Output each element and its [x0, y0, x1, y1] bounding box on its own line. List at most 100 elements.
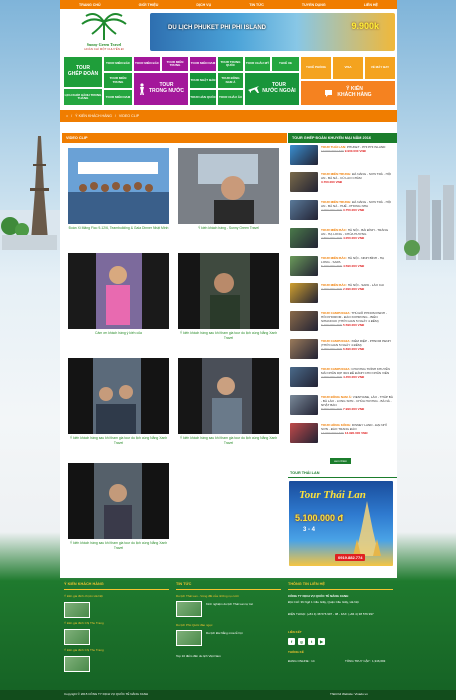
- video-thumbnail[interactable]: [68, 148, 169, 224]
- tour-thumbnail[interactable]: [290, 311, 318, 331]
- tile-tour-trong-nuoc[interactable]: TOUR TRONG NƯỚC: [133, 72, 189, 106]
- google-plus-icon[interactable]: g: [298, 638, 305, 645]
- breadcrumb-customer-feedback[interactable]: Ý KIẾN KHÁCH HÀNG: [75, 114, 112, 118]
- tour-item[interactable]: TOUR HỒNG KÔNG: DISNEY LAND - ĐẠI NHĨ SƠ…: [290, 423, 396, 447]
- feedback-thumbnail[interactable]: [64, 656, 90, 672]
- video-caption[interactable]: Ý kiến khách hàng sau khi tham gia tour …: [178, 331, 279, 340]
- tour-item[interactable]: TOUR CAMPUCHIA: THỦ ĐÔ PHNOM PENH - HỒI …: [290, 311, 396, 335]
- tour-item[interactable]: TOUR THÁI LAN: PHUKET - PHI PHI ISLAND 10…: [290, 145, 396, 169]
- tour-item[interactable]: TOUR ĐÔNG NAM Á: VIENTIANE, LÀO - THÁP B…: [290, 395, 396, 419]
- thai-tour-poster[interactable]: Tour Thái Lan 5.100.000 đ 3 - 4 0919.882…: [289, 481, 393, 566]
- tile-dong-nam-a[interactable]: TOUR ĐÔNG NAM Á: [217, 72, 244, 89]
- feedback-thumbnail[interactable]: [64, 602, 90, 618]
- tile-y-kien-khach-hang[interactable]: Ý KIẾN KHÁCH HÀNG: [300, 80, 396, 106]
- tour-item[interactable]: TOUR MIỀN BẮC: HÀ NỘI - SAPA - LÀO CAI 2.…: [290, 283, 396, 307]
- video-thumbnail[interactable]: [178, 358, 279, 434]
- tile-tour-nuoc-ngoai[interactable]: TOUR NƯỚC NGOÀI: [244, 72, 300, 106]
- tile-trung-quoc[interactable]: TOUR TRUNG QUỐC: [217, 56, 244, 72]
- poster-hotline[interactable]: 0919.882.774: [335, 554, 366, 561]
- tour-item[interactable]: TOUR MIỀN TRUNG: ĐÀ NẴNG - SƠN TRÀ - HỘI…: [290, 172, 396, 196]
- view-more-button[interactable]: xem thêm: [330, 458, 352, 464]
- video-caption[interactable]: Ý kiến khách hàng sau khi tham gia tour …: [178, 436, 279, 445]
- tour-item[interactable]: TOUR MIỀN BẮC: HÀ NỘI - BÁI ĐÍNH - TRÀNG…: [290, 228, 396, 252]
- home-icon[interactable]: ⌂: [66, 114, 68, 118]
- tile-ve-may-bay[interactable]: VÉ MÁY BAY: [364, 56, 396, 80]
- tour-item[interactable]: TOUR CAMPUCHIA: CHƯƠNG TRÌNH KHUYẾN MÃI …: [290, 367, 396, 391]
- tour-thumbnail[interactable]: [290, 172, 318, 192]
- tile-tour-ghep-doan[interactable]: TOUR GHÉP ĐOÀN: [63, 56, 103, 88]
- video-frame-image: [178, 358, 279, 434]
- tour-info: TOUR MIỀN TRUNG: ĐÀ NẴNG - SƠN TRÀ - HỘI…: [321, 172, 393, 184]
- footer-news-link[interactable]: Du lịch Thái Lan - Vùng đất của những nụ…: [176, 594, 239, 598]
- youtube-icon[interactable]: ▶: [318, 638, 325, 645]
- video-caption[interactable]: Đoàn Xi Măng Fico 9-12/6, Teambuilding &…: [68, 226, 169, 231]
- video-caption[interactable]: Ý kiến khách hàng sau khi tham gia tour …: [68, 541, 169, 550]
- breadcrumb: ⌂ / Ý KIẾN KHÁCH HÀNG / VIDEO CLIP: [60, 110, 397, 122]
- footer-feedback-link[interactable]: Ý kiến gia đình Chị Thu Trang: [64, 621, 104, 625]
- tour-item[interactable]: TOUR MIỀN TRUNG: ĐÀ NẴNG - SƠN TRÀ - HỘI…: [290, 200, 396, 224]
- footer-news-link[interactable]: Du lịch Đà Nẵng mùa lễ hội: [206, 631, 280, 635]
- tile-thue-phong[interactable]: THUÊ PHÒNG: [300, 56, 332, 80]
- tour-old-price: 4.550.000 VNĐ: [321, 236, 343, 241]
- tile-mien-bac[interactable]: TOUR MIỀN BẮC: [103, 56, 133, 72]
- tile-mien-trung-2[interactable]: TOUR MIỀN TRUNG: [161, 56, 189, 72]
- tile-han-quoc[interactable]: TOUR HÀN QUỐC: [189, 89, 217, 106]
- footer-news-link[interactable]: Du lịch Phú Quốc đảo ngọc: [176, 623, 213, 627]
- online-count: ĐANG ONLINE : 14: [288, 659, 315, 663]
- video-thumbnail[interactable]: [68, 253, 169, 329]
- video-frame-image: [68, 463, 169, 539]
- tour-thumbnail[interactable]: [290, 228, 318, 248]
- tour-thumbnail[interactable]: [290, 423, 318, 443]
- tour-item[interactable]: TOUR MIỀN BẮC: HÀ NỘI - NINH BÌNH - HẠ L…: [290, 256, 396, 280]
- nav-about[interactable]: GIỚI THIỆU: [139, 3, 159, 7]
- nav-news[interactable]: TIN TỨC: [249, 3, 264, 7]
- nav-home[interactable]: TRANG CHỦ: [79, 3, 101, 7]
- nav-services[interactable]: DỊCH VỤ: [196, 3, 211, 7]
- feedback-thumbnail[interactable]: [64, 629, 90, 645]
- tile-mien-bac-2[interactable]: TOUR MIỀN BẮC: [133, 56, 161, 72]
- facebook-icon[interactable]: f: [288, 638, 295, 645]
- nav-careers[interactable]: TUYỂN DỤNG: [302, 3, 326, 7]
- tour-thumbnail[interactable]: [290, 256, 318, 276]
- video-caption[interactable]: Cảm ơn khách hàng ý kiến của: [68, 331, 169, 336]
- promo-banner[interactable]: DU LỊCH PHUKET PHI PHI ISLAND 9.900k: [150, 13, 395, 51]
- tour-thumbnail[interactable]: [290, 145, 318, 165]
- nav-contact[interactable]: LIÊN HỆ: [364, 3, 378, 7]
- tile-nhat-ban[interactable]: TOUR NHẬT BẢN: [189, 72, 217, 89]
- tour-thumbnail[interactable]: [290, 395, 318, 415]
- tour-thumbnail[interactable]: [290, 200, 318, 220]
- twitter-icon[interactable]: t: [308, 638, 315, 645]
- breadcrumb-video-clip: VIDEO CLIP: [118, 114, 140, 118]
- airplane-icon: [248, 85, 260, 93]
- news-thumbnail[interactable]: [176, 601, 202, 617]
- tour-thumbnail[interactable]: [290, 367, 318, 387]
- video-thumbnail[interactable]: [178, 148, 279, 224]
- tile-visa[interactable]: VISA: [332, 56, 364, 80]
- tile-thue-xe[interactable]: THUÊ XE: [271, 56, 300, 72]
- tile-label: KHÁCH HÀNG: [337, 92, 372, 98]
- tour-thumbnail[interactable]: [290, 339, 318, 359]
- video-thumbnail[interactable]: [68, 463, 169, 539]
- footer-news-link[interactable]: Top 10 điểm đến du lịch Việt Nam: [176, 654, 221, 658]
- footer-feedback-link[interactable]: Ý kiến gia đình Chị Thu Trang: [64, 648, 104, 652]
- video-caption[interactable]: Ý kiến khách hàng sau khi tham gia tour …: [68, 436, 169, 445]
- tile-mien-nam[interactable]: TOUR MIỀN NAM: [103, 89, 133, 106]
- tile-chau-au[interactable]: TOUR CHÂU ÂU: [217, 89, 244, 106]
- tile-chau-my[interactable]: TOUR CHÂU MỸ: [244, 56, 271, 72]
- footer-feedback-link[interactable]: Ý kiến gia đình chị An Hà Nội: [64, 594, 103, 598]
- video-thumbnail[interactable]: [178, 253, 279, 329]
- video-thumbnail[interactable]: [68, 358, 169, 434]
- tour-new-price: 13.990.000 VNĐ: [344, 431, 368, 436]
- designer-credit[interactable]: Thiết Kế Website: Vinadu.vn: [330, 692, 368, 696]
- tour-info: TOUR HỒNG KÔNG: DISNEY LAND - ĐẠI NHĨ SƠ…: [321, 423, 393, 435]
- footer-news-link[interactable]: Kinh nghiệm du lịch Thái Lan tự túc: [206, 602, 280, 606]
- tile-mien-trung[interactable]: TOUR MIỀN TRUNG: [103, 72, 133, 89]
- tour-item[interactable]: TOUR CAMPUCHIA: XIÊM RIỆP - PHNOM PENH (…: [290, 339, 396, 363]
- news-thumbnail[interactable]: [176, 630, 202, 646]
- tile-mien-nam-2[interactable]: TOUR MIỀN NAM: [189, 56, 217, 72]
- tour-thumbnail[interactable]: [290, 283, 318, 303]
- footer-news-title: TIN TỨC: [176, 582, 192, 586]
- site-logo[interactable]: Sunny Green Travel HOÀN CHỈ MỘT CHUYẾN Đ…: [74, 12, 134, 52]
- video-caption[interactable]: Ý kiến khách hàng - Sunny Green Travel: [178, 226, 279, 231]
- tile-lich-khoi-hanh[interactable]: LỊCH KHỞI HÀNH TRONG THÁNG: [63, 88, 103, 106]
